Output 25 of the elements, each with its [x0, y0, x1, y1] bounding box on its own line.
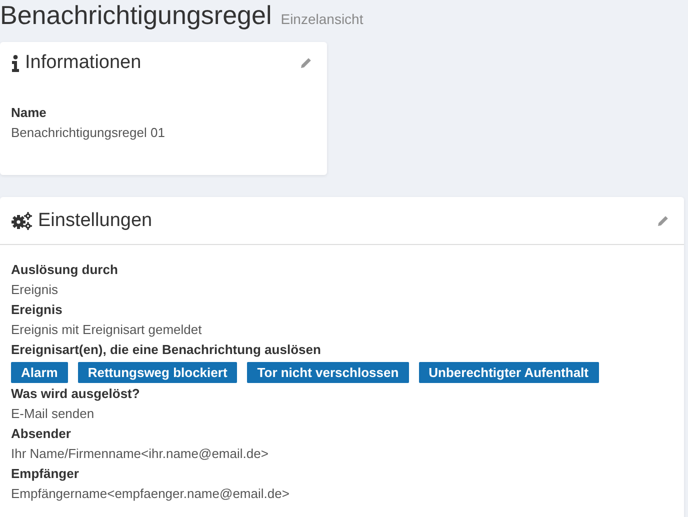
- field-label: Ereignisart(en), die eine Benachrichtung auslösen: [11, 341, 322, 359]
- page-subtitle: Einzelansicht: [280, 11, 364, 27]
- event-type-tag: Rettungsweg blockiert: [78, 362, 238, 383]
- field-label: Was wird ausgelöst?: [11, 385, 141, 403]
- card-title: Informationen: [25, 52, 142, 74]
- gears-icon: [11, 212, 33, 230]
- field-label: Absender: [11, 425, 72, 443]
- field-value: Ihr Name/Firmenname<ihr.name@email.de>: [11, 445, 270, 463]
- field-value: E-Mail senden: [11, 405, 96, 423]
- field-value: Ereignis mit Ereignisart gemeldet: [11, 321, 203, 339]
- field-value: Ereignis: [11, 281, 59, 299]
- field-value: Empfängername<empfaenger.name@email.de>: [11, 485, 290, 503]
- edit-icon[interactable]: [300, 57, 312, 69]
- field-label: Empfänger: [11, 465, 80, 483]
- event-type-tag: Tor nicht verschlossen: [247, 362, 409, 383]
- card-title: Einstellungen: [38, 210, 154, 232]
- field-label: Name: [11, 104, 48, 122]
- page-title: Benachrichtigungsregel: [0, 0, 272, 30]
- event-type-tag: Unberechtigter Aufenthalt: [418, 362, 598, 383]
- edit-icon[interactable]: [657, 214, 669, 226]
- field-label: Ereignis: [11, 301, 64, 319]
- event-type-tag: Alarm: [11, 362, 68, 383]
- info-icon: [11, 54, 20, 72]
- field-value: Benachrichtigungsregel 01: [11, 124, 166, 142]
- field-label: Auslösung durch: [11, 261, 119, 279]
